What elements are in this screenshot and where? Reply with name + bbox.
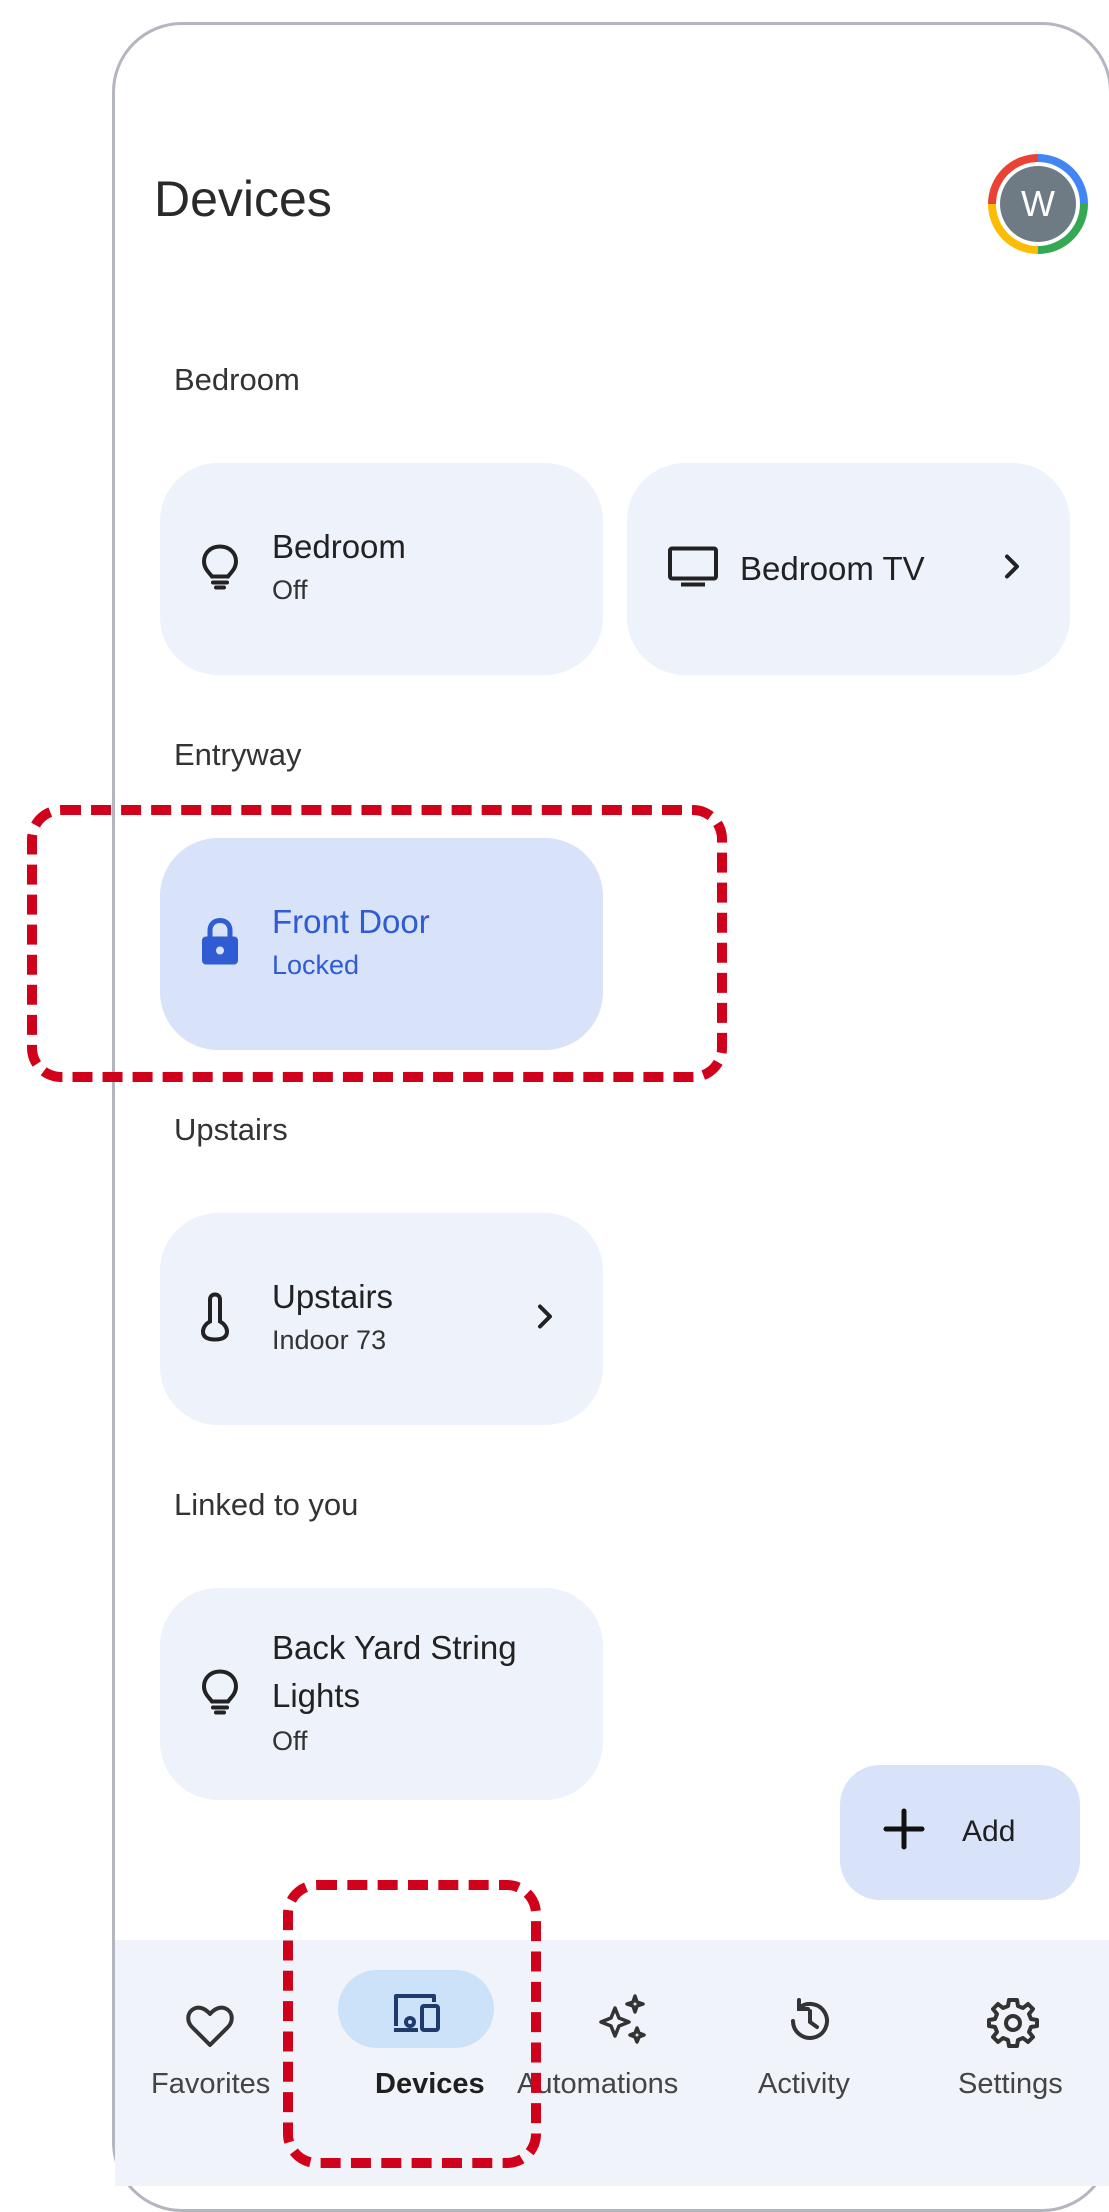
- device-name: Bedroom TV: [740, 550, 925, 587]
- section-label-linked: Linked to you: [174, 1487, 359, 1522]
- lightbulb-icon: [200, 543, 240, 596]
- device-name: Upstairs: [272, 1278, 394, 1315]
- avatar[interactable]: W: [988, 154, 1088, 254]
- device-name: Bedroom: [272, 528, 406, 565]
- device-name: Back Yard String Lights: [272, 1629, 517, 1714]
- gear-icon: [987, 1996, 1039, 2053]
- tv-icon: [667, 546, 719, 593]
- add-label: Add: [962, 1815, 1016, 1848]
- nav-item-favorites[interactable]: Favorites: [115, 1940, 305, 2186]
- highlight-annotation-front-door: [27, 805, 727, 1082]
- sparkle-icon: [595, 1992, 651, 2053]
- highlight-annotation-devices-tab: [283, 1880, 541, 2168]
- device-status: Off: [272, 1726, 308, 1756]
- section-label-entryway: Entryway: [174, 737, 302, 772]
- avatar-ring: W: [996, 162, 1080, 246]
- thermometer-icon: [200, 1292, 230, 1347]
- lightbulb-icon: [200, 1668, 240, 1721]
- device-status: Off: [272, 575, 308, 605]
- nav-item-automations[interactable]: Automations: [517, 1940, 725, 2186]
- avatar-initial: W: [1000, 166, 1076, 242]
- chevron-right-icon: [537, 1304, 553, 1335]
- plus-icon: [880, 1805, 928, 1858]
- device-status: Indoor 73: [272, 1325, 387, 1355]
- page-title: Devices: [154, 171, 332, 227]
- nav-label: Settings: [958, 2068, 1063, 2100]
- nav-item-activity[interactable]: Activity: [725, 1940, 915, 2186]
- nav-label: Activity: [758, 2068, 850, 2100]
- add-button[interactable]: Add: [840, 1765, 1080, 1900]
- device-card-bedroom[interactable]: Bedroom Off: [160, 463, 603, 675]
- section-label-upstairs: Upstairs: [174, 1112, 288, 1147]
- device-card-back-yard-lights[interactable]: Back Yard String Lights Off: [160, 1588, 603, 1800]
- section-label-bedroom: Bedroom: [174, 362, 300, 397]
- history-icon: [785, 1996, 835, 2051]
- bottom-nav: Favorites Devices Automations Activity S…: [115, 1940, 1109, 2186]
- nav-label: Automations: [517, 2068, 679, 2100]
- nav-label: Favorites: [151, 2068, 271, 2100]
- device-card-bedroom-tv[interactable]: Bedroom TV: [627, 463, 1070, 675]
- device-card-upstairs[interactable]: Upstairs Indoor 73: [160, 1213, 603, 1425]
- heart-icon: [185, 2005, 235, 2054]
- nav-item-settings[interactable]: Settings: [915, 1940, 1109, 2186]
- chevron-right-icon: [1004, 554, 1020, 585]
